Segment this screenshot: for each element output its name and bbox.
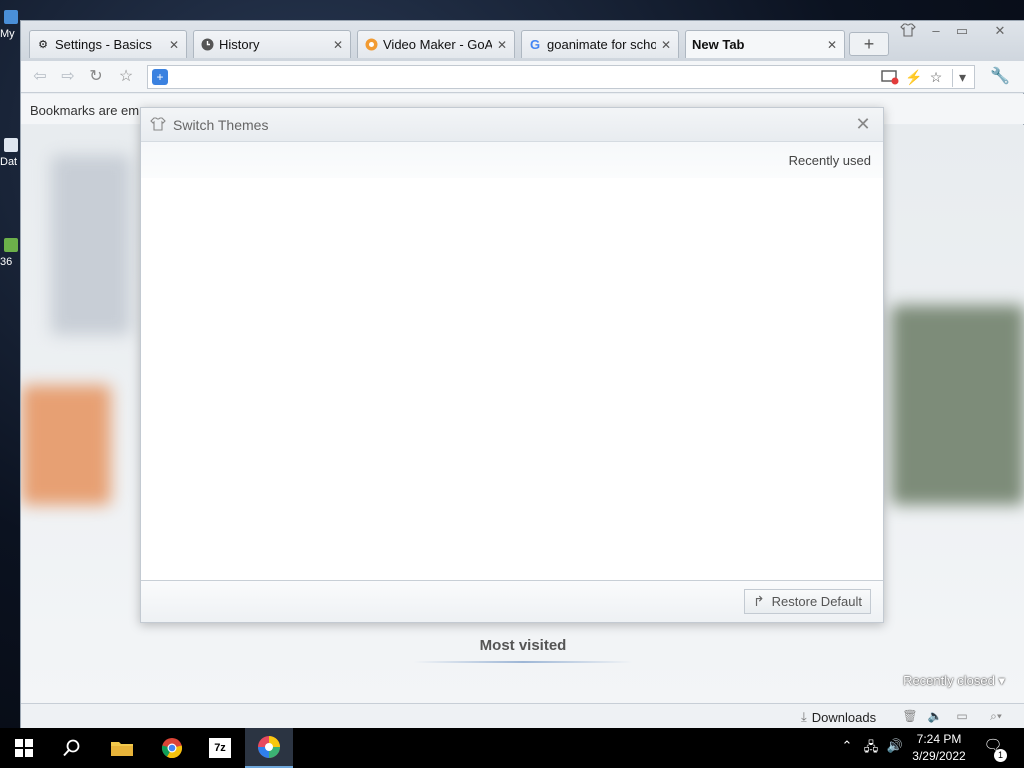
volume-icon[interactable]: 🔊 [886,738,904,758]
downloads-button[interactable]: ⤓ Downloads [801,709,876,725]
tab-google-search[interactable]: G goanimate for school ✕ [521,30,679,58]
navigation-bar: ⇦ ⇨ ↻ ☆ + ⚡ ☆ ▾ 🔧 [21,61,1024,93]
recently-used-filter[interactable]: Recently used [789,153,871,168]
screen-share-icon[interactable] [880,69,900,87]
window-icon[interactable]: ▭ [953,709,971,725]
trash-icon[interactable]: 🗑 [901,709,919,725]
clock[interactable]: 7:24 PM 3/29/2022 [906,731,972,765]
folder-icon [4,10,18,24]
start-button[interactable] [0,728,48,768]
tab-strip: ⚙ Settings - Basics ✕ History ✕ Video Ma… [21,21,1024,61]
tab-label: Settings - Basics [55,37,152,52]
close-icon[interactable]: ✕ [826,38,838,52]
divider [413,661,633,663]
blurred-tile [51,155,131,335]
windows-icon [15,739,33,757]
dialog-footer: ↱ Restore Default [141,580,883,622]
lightning-icon[interactable]: ⚡ [904,69,924,87]
tab-label: goanimate for school [547,37,656,52]
desktop-icon-label: Dat [0,156,18,168]
maximize-icon[interactable]: ▭ [951,23,973,41]
dialog-title: Switch Themes [173,117,269,133]
most-visited-heading: Most visited [479,637,567,654]
bookmark-star-icon[interactable]: ☆ [926,69,946,87]
browser-360-icon [258,736,280,758]
tab-video-maker[interactable]: Video Maker - GoAnimate ✕ [357,30,515,58]
7zip-button[interactable]: 7z [196,728,244,768]
blurred-tile [21,385,111,505]
back-icon[interactable]: ⇦ [29,66,51,88]
google-icon: G [529,37,541,52]
chevron-down-icon[interactable]: ▾ [952,69,972,87]
tab-label: Video Maker - GoAnimate [383,37,492,52]
star-icon[interactable]: ☆ [115,66,137,88]
search-icon [63,739,80,757]
tab-label: History [219,37,260,52]
chevron-up-icon[interactable]: ⌃ [838,738,856,758]
tab-new-tab[interactable]: New Tab ✕ [685,30,845,58]
theme-list [141,178,883,580]
goanimate-icon [364,38,378,52]
folder-icon [111,742,133,756]
recently-closed-button[interactable]: Recently closed ▾ [903,673,1005,689]
shield-icon: + [152,69,168,85]
close-icon[interactable]: ✕ [496,38,508,52]
clock-icon [200,38,214,52]
desktop-icon[interactable]: 36 [0,238,22,268]
switch-themes-dialog: Switch Themes ✕ Recently used ↱ Restore … [140,107,884,623]
restore-default-button[interactable]: ↱ Restore Default [743,589,871,614]
notification-center[interactable]: 🗨 1 [982,736,1007,762]
chrome-button[interactable] [148,728,196,768]
file-explorer-button[interactable] [98,728,146,768]
status-bar: ⤓ Downloads 🗑 🔈 ▭ ⌕▾ [21,703,1024,729]
desktop-icon[interactable]: Dat [0,138,22,168]
chevron-down-icon: ▾ [998,673,1005,688]
dialog-subheader: Recently used [141,142,883,178]
bookmarks-empty-text: Bookmarks are em [30,103,140,118]
file-icon [4,138,18,152]
7zip-icon: 7z [209,738,231,758]
blurred-tile [891,305,1024,505]
clock-date: 3/29/2022 [912,749,966,763]
reload-icon[interactable]: ↻ [85,66,107,88]
new-tab-button[interactable]: + [849,32,889,56]
download-icon: ⤓ [801,709,807,724]
restore-default-label: Restore Default [771,594,862,609]
zoom-icon[interactable]: ⌕▾ [981,709,1011,725]
notification-badge: 1 [994,749,1007,762]
address-bar[interactable]: + ⚡ ☆ ▾ [147,65,975,89]
tab-history[interactable]: History ✕ [193,30,351,58]
search-button[interactable] [48,728,96,768]
app-icon [4,238,18,252]
close-icon[interactable]: ✕ [168,38,180,52]
desktop-icon[interactable]: My [0,10,22,40]
clock-time: 7:24 PM [916,732,962,746]
undo-icon: ↱ [752,593,765,609]
close-icon[interactable]: ✕ [853,114,873,134]
minimize-icon[interactable]: – [925,23,947,41]
chrome-icon [161,738,183,759]
desktop-icon-label: 36 [0,256,13,268]
wrench-icon[interactable]: 🔧 [989,66,1011,88]
tab-label: New Tab [692,37,745,52]
dialog-title-bar: Switch Themes ✕ [141,108,883,142]
tab-settings[interactable]: ⚙ Settings - Basics ✕ [29,30,187,58]
skin-icon[interactable] [897,23,919,41]
forward-icon[interactable]: ⇨ [57,66,79,88]
desktop-icon-label: My [0,28,15,40]
shirt-icon [150,117,166,133]
network-icon[interactable]: 🖧 [862,738,880,758]
close-icon[interactable]: ✕ [660,38,672,52]
volume-icon[interactable]: 🔈 [926,709,944,725]
taskbar: 7z ⌃ 🖧 🔊 7:24 PM 3/29/2022 🗨 1 [0,728,1024,768]
browser-360-button[interactable] [245,728,293,768]
close-window-icon[interactable]: ✕ [989,23,1011,41]
recently-closed-label: Recently closed [903,673,995,688]
downloads-label: Downloads [811,709,877,725]
close-icon[interactable]: ✕ [332,38,344,52]
gear-icon: ⚙ [38,39,48,51]
